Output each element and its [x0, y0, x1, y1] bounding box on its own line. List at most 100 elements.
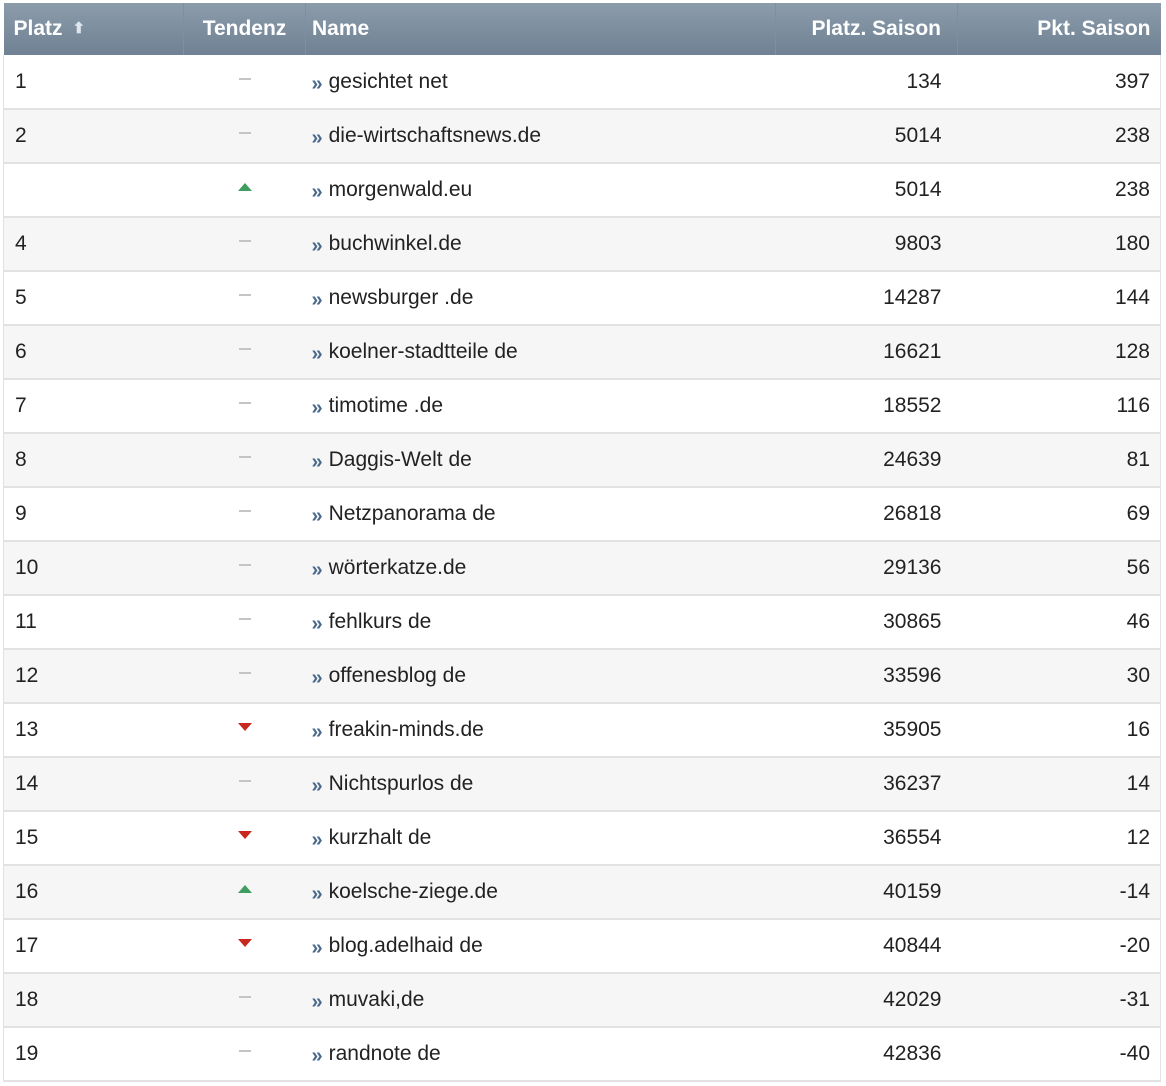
cell-tendenz	[183, 541, 306, 596]
cell-platz-saison: 18552	[775, 379, 958, 434]
cell-tendenz	[183, 487, 306, 542]
double-chevron-right-icon[interactable]: »	[312, 397, 323, 420]
trend-unchanged-icon	[238, 510, 251, 513]
site-link[interactable]: gesichtet net	[329, 70, 448, 93]
cell-platz-saison: 40159	[775, 865, 958, 920]
trend-unchanged-icon	[238, 132, 251, 135]
site-link[interactable]: fehlkurs de	[329, 610, 432, 633]
table-row: 12 » offenesblog de 33596 30	[3, 649, 1161, 704]
double-chevron-right-icon[interactable]: »	[312, 613, 323, 636]
trend-unchanged-icon	[238, 618, 251, 621]
cell-pkt-saison: 30	[957, 649, 1161, 704]
cell-pkt-saison: -31	[957, 973, 1161, 1028]
column-header-name[interactable]: Name	[305, 3, 776, 55]
cell-name: » koelsche-ziege.de	[305, 865, 776, 920]
ranking-table: Platz ⬆ Tendenz Name Platz. Saison Pkt. S…	[3, 3, 1161, 1082]
double-chevron-right-icon[interactable]: »	[312, 505, 323, 528]
cell-tendenz	[183, 811, 306, 866]
double-chevron-right-icon[interactable]: »	[312, 181, 323, 204]
cell-tendenz	[183, 757, 306, 812]
site-link[interactable]: koelsche-ziege.de	[329, 880, 498, 903]
cell-platz: 5	[3, 271, 184, 326]
cell-name: » gesichtet net	[305, 55, 776, 110]
cell-platz-saison: 42029	[775, 973, 958, 1028]
site-link[interactable]: kurzhalt de	[329, 826, 432, 849]
cell-name: » Daggis-Welt de	[305, 433, 776, 488]
table-row: » morgenwald.eu 5014 238	[3, 163, 1161, 218]
site-link[interactable]: koelner-stadtteile de	[329, 340, 518, 363]
cell-pkt-saison: 56	[957, 541, 1161, 596]
cell-platz-saison: 36237	[775, 757, 958, 812]
cell-name: » fehlkurs de	[305, 595, 776, 650]
table-row: 2 » die-wirtschaftsnews.de 5014 238	[3, 109, 1161, 164]
double-chevron-right-icon[interactable]: »	[312, 667, 323, 690]
site-link[interactable]: morgenwald.eu	[329, 178, 473, 201]
site-link[interactable]: freakin-minds.de	[329, 718, 484, 741]
trend-unchanged-icon	[238, 402, 251, 405]
cell-platz: 2	[3, 109, 184, 164]
site-link[interactable]: Daggis-Welt de	[329, 448, 472, 471]
double-chevron-right-icon[interactable]: »	[312, 829, 323, 852]
cell-name: » newsburger .de	[305, 271, 776, 326]
double-chevron-right-icon[interactable]: »	[312, 1045, 323, 1068]
cell-platz-saison: 9803	[775, 217, 958, 272]
double-chevron-right-icon[interactable]: »	[312, 127, 323, 150]
site-link[interactable]: Nichtspurlos de	[329, 772, 474, 795]
table-row: 5 » newsburger .de 14287 144	[3, 271, 1161, 326]
cell-tendenz	[183, 433, 306, 488]
column-header-platz[interactable]: Platz ⬆	[3, 3, 184, 55]
cell-platz: 19	[3, 1027, 184, 1082]
table-header-row: Platz ⬆ Tendenz Name Platz. Saison Pkt. S…	[3, 3, 1161, 55]
site-link[interactable]: blog.adelhaid de	[329, 934, 483, 957]
double-chevron-right-icon[interactable]: »	[312, 991, 323, 1014]
double-chevron-right-icon[interactable]: »	[312, 937, 323, 960]
table-row: 15 » kurzhalt de 36554 12	[3, 811, 1161, 866]
double-chevron-right-icon[interactable]: »	[312, 451, 323, 474]
double-chevron-right-icon[interactable]: »	[312, 775, 323, 798]
site-link[interactable]: timotime .de	[329, 394, 443, 417]
cell-platz-saison: 30865	[775, 595, 958, 650]
double-chevron-right-icon[interactable]: »	[312, 73, 323, 96]
trend-unchanged-icon	[238, 294, 251, 297]
site-link[interactable]: Netzpanorama de	[329, 502, 496, 525]
site-link[interactable]: newsburger .de	[329, 286, 474, 309]
cell-platz-saison: 134	[775, 55, 958, 110]
trend-unchanged-icon	[238, 456, 251, 459]
column-header-platz-label: Platz	[13, 17, 63, 40]
table-row: 17 » blog.adelhaid de 40844 -20	[3, 919, 1161, 974]
trend-unchanged-icon	[238, 780, 251, 783]
cell-platz: 15	[3, 811, 184, 866]
table-row: 6 » koelner-stadtteile de 16621 128	[3, 325, 1161, 380]
column-header-pkt-saison[interactable]: Pkt. Saison	[957, 3, 1161, 55]
double-chevron-right-icon[interactable]: »	[312, 559, 323, 582]
double-chevron-right-icon[interactable]: »	[312, 883, 323, 906]
table-row: 13 » freakin-minds.de 35905 16	[3, 703, 1161, 758]
double-chevron-right-icon[interactable]: »	[312, 721, 323, 744]
sort-up-arrow-icon[interactable]: ⬆	[73, 19, 86, 37]
cell-tendenz	[183, 325, 306, 380]
column-header-platz-saison[interactable]: Platz. Saison	[775, 3, 958, 55]
cell-tendenz	[183, 271, 306, 326]
site-link[interactable]: buchwinkel.de	[329, 232, 462, 255]
cell-pkt-saison: -40	[957, 1027, 1161, 1082]
cell-platz: 11	[3, 595, 184, 650]
cell-tendenz	[183, 973, 306, 1028]
column-header-tendenz[interactable]: Tendenz	[183, 3, 306, 55]
trend-up-icon	[237, 885, 252, 894]
table-row: 4 » buchwinkel.de 9803 180	[3, 217, 1161, 272]
site-link[interactable]: wörterkatze.de	[329, 556, 467, 579]
cell-platz-saison: 5014	[775, 163, 958, 218]
double-chevron-right-icon[interactable]: »	[312, 289, 323, 312]
cell-tendenz	[183, 703, 306, 758]
cell-name: » wörterkatze.de	[305, 541, 776, 596]
site-link[interactable]: die-wirtschaftsnews.de	[329, 124, 541, 147]
site-link[interactable]: offenesblog de	[329, 664, 466, 687]
table-row: 11 » fehlkurs de 30865 46	[3, 595, 1161, 650]
double-chevron-right-icon[interactable]: »	[312, 235, 323, 258]
double-chevron-right-icon[interactable]: »	[312, 343, 323, 366]
cell-tendenz	[183, 919, 306, 974]
site-link[interactable]: muvaki,de	[329, 988, 425, 1011]
site-link[interactable]: randnote de	[329, 1042, 441, 1065]
cell-pkt-saison: 238	[957, 163, 1161, 218]
cell-platz: 9	[3, 487, 184, 542]
